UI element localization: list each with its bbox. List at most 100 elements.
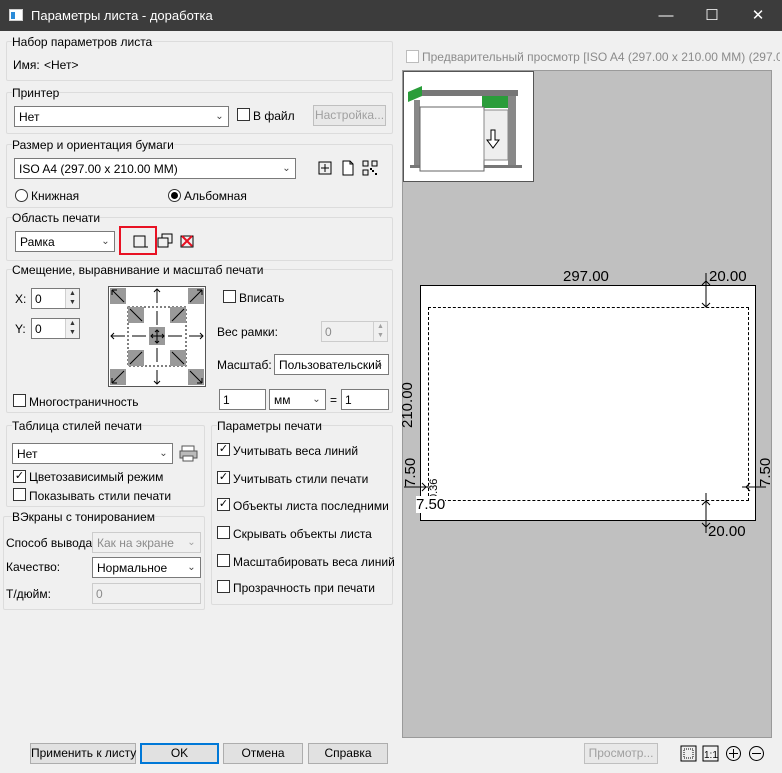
fit-checkbox[interactable] [223, 290, 236, 303]
shaded-title: ВЭкраны с тонированием [12, 510, 156, 524]
to-file-checkbox[interactable] [237, 108, 250, 121]
preview-header: Предварительный просмотр [ISO A4 (297.00… [422, 50, 780, 64]
preview-button[interactable]: Просмотр... [584, 743, 658, 764]
page-icon[interactable] [340, 160, 356, 176]
output-value: Как на экране [97, 536, 174, 550]
style-table-title: Таблица стилей печати [12, 419, 142, 433]
y-offset-input[interactable]: 0 ▲ ▼ [31, 318, 80, 339]
qr-icon[interactable] [362, 160, 378, 176]
maximize-button[interactable]: ☐ [689, 0, 735, 31]
to-file-label: В файл [253, 109, 295, 123]
alignment-arrows-icon [110, 288, 204, 385]
minimize-button[interactable]: — [643, 0, 689, 31]
plotter-image [403, 71, 534, 182]
unit-select[interactable]: мм ⌄ [269, 389, 326, 410]
quality-select[interactable]: Нормальное ⌄ [92, 557, 201, 578]
alignment-widget[interactable] [108, 286, 206, 387]
zoom-one-to-one-icon[interactable]: 1:1 [702, 745, 719, 762]
paper-size-value: ISO A4 (297.00 x 210.00 MM) [19, 162, 178, 176]
style-table-value: Нет [17, 447, 38, 461]
frame-weight-input[interactable]: 0 ▲ ▼ [321, 321, 388, 342]
window-select-button[interactable] [119, 226, 157, 255]
chevron-down-icon: ⌄ [187, 537, 196, 548]
paper-title: Размер и ориентация бумаги [12, 138, 174, 152]
printer-settings-button[interactable]: Настройка... [313, 105, 386, 126]
add-paper-icon[interactable] [317, 160, 333, 176]
plot-options-title: Параметры печати [217, 419, 322, 433]
plot-option-checkbox[interactable] [217, 580, 230, 593]
multipage-label: Многостраничность [29, 395, 139, 409]
plot-option-label: Учитывать веса линий [233, 444, 359, 458]
paper-size-select[interactable]: ISO A4 (297.00 x 210.00 MM) ⌄ [14, 158, 296, 179]
name-label: Имя: [13, 58, 40, 72]
dpi-value: 0 [96, 587, 103, 601]
scale-value: Пользовательский [279, 358, 382, 372]
plot-area-title: Область печати [12, 211, 101, 225]
plot-option-checkbox[interactable]: ✓ [217, 443, 230, 456]
title-bar: Параметры листа - доработка — ☐ ✕ [0, 0, 782, 31]
zoom-extents-icon[interactable] [680, 745, 697, 762]
window-select-icon [133, 235, 148, 248]
output-select[interactable]: Как на экране ⌄ [92, 532, 201, 553]
landscape-radio[interactable] [168, 189, 181, 202]
plot-option-checkbox[interactable]: ✓ [217, 498, 230, 511]
scale-num-input[interactable]: 1 [219, 389, 266, 410]
cancel-button[interactable]: Отмена [223, 743, 303, 764]
portrait-radio[interactable] [15, 189, 28, 202]
chevron-down-icon: ⌄ [159, 448, 168, 459]
zoom-out-icon[interactable] [748, 745, 765, 762]
frame-weight-value: 0 [325, 325, 332, 339]
ok-button[interactable]: OK [140, 743, 219, 764]
help-button[interactable]: Справка [308, 743, 388, 764]
plot-option-checkbox[interactable] [217, 554, 230, 567]
printer-select[interactable]: Нет ⌄ [14, 106, 229, 127]
left-margin-dimension: 7.50 [402, 457, 419, 487]
dpi-input[interactable]: 0 [92, 583, 201, 604]
offset-title: Смещение, выравнивание и масштаб печати [12, 263, 264, 277]
style-table-select[interactable]: Нет ⌄ [12, 443, 173, 464]
x-label: X: [15, 292, 27, 306]
close-button[interactable]: ✕ [735, 0, 781, 31]
color-dependent-checkbox[interactable]: ✓ [13, 470, 26, 483]
zoom-in-icon[interactable] [725, 745, 742, 762]
window-title: Параметры листа - доработка [31, 8, 213, 23]
height-dimension: 210.00 [399, 382, 416, 428]
landscape-label: Альбомная [184, 189, 247, 203]
scale-den-value: 1 [345, 393, 352, 407]
frame-weight-label: Вес рамки: [217, 325, 278, 339]
plotter-icon [408, 86, 522, 172]
dimension-arrows-icon [404, 273, 766, 533]
width-dimension: 297.00 [563, 268, 609, 285]
top-margin-dimension: 20.00 [709, 268, 747, 285]
plot-area-select[interactable]: Рамка ⌄ [15, 231, 115, 252]
scale-label: Масштаб: [217, 358, 272, 372]
spin-icon[interactable]: ▲ ▼ [65, 319, 79, 338]
copy-window-icon[interactable] [157, 233, 173, 249]
multipage-checkbox[interactable] [13, 394, 26, 407]
x-offset-input[interactable]: 0 ▲ ▼ [31, 288, 80, 309]
x-offset-value: 0 [35, 292, 42, 306]
scale-den-input[interactable]: 1 [341, 389, 389, 410]
show-styles-checkbox[interactable] [13, 488, 26, 501]
spin-icon[interactable]: ▲ ▼ [65, 289, 79, 308]
name-value: <Нет> [44, 58, 79, 72]
quality-value: Нормальное [97, 561, 168, 575]
scale-select[interactable]: Пользовательский ⌄ [274, 354, 389, 375]
spin-icon[interactable]: ▲ ▼ [373, 322, 387, 341]
delete-window-icon[interactable] [179, 233, 195, 249]
plot-option-checkbox[interactable]: ✓ [217, 471, 230, 484]
chevron-down-icon: ⌄ [375, 359, 384, 370]
printer-edit-icon[interactable] [179, 444, 199, 462]
preview-checkbox[interactable] [406, 50, 419, 63]
plot-option-label: Прозрачность при печати [233, 581, 375, 595]
color-dependent-label: Цветозависимый режим [29, 470, 164, 484]
plot-option-label: Объекты листа последними [233, 499, 389, 513]
chevron-down-icon: ⌄ [215, 111, 224, 122]
quality-label: Качество: [6, 560, 61, 574]
left-margin-bottom-dimension: 7.50 [416, 496, 446, 513]
fit-label: Вписать [239, 291, 285, 305]
plot-option-checkbox[interactable] [217, 526, 230, 539]
apply-to-layout-button[interactable]: Применить к листу [30, 743, 136, 764]
show-styles-label: Показывать стили печати [29, 489, 172, 503]
right-margin-dimension: 7.50 [757, 457, 774, 487]
